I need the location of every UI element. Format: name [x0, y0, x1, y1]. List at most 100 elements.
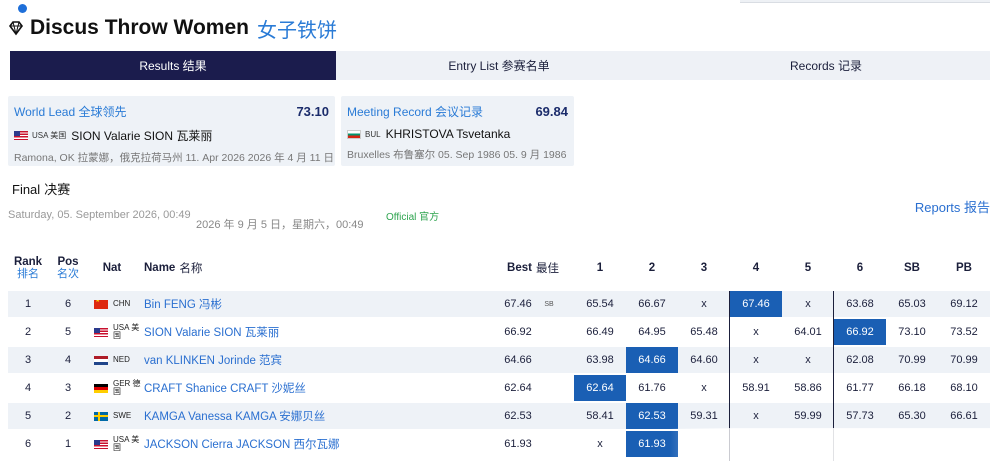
- table-row[interactable]: 1 6 CHN Bin FENG 冯彬 67.46 SB 65.54 66.67 x 67.46 x…: [8, 291, 990, 317]
- status-dot: [18, 4, 27, 13]
- swe-flag-icon: [94, 411, 108, 421]
- cell-a4: 67.46: [730, 291, 782, 317]
- cell-a2: 62.53: [626, 403, 678, 429]
- col-pos-label: Pos: [57, 256, 79, 268]
- sb-tag: SB: [544, 300, 554, 308]
- sb-tag: [540, 319, 558, 345]
- cell-a5: 59.99: [794, 410, 822, 422]
- col-name-label-cn: 名称: [179, 263, 203, 275]
- ned-flag-icon: [94, 355, 108, 365]
- sb-tag: [540, 431, 558, 457]
- athlete-name-link[interactable]: KAMGA Vanessa KAMGA 安娜贝丝: [144, 403, 474, 429]
- athlete-name-link[interactable]: SION Valarie SION 瓦莱丽: [144, 319, 474, 345]
- nat-cell: USA 美国: [94, 431, 144, 457]
- table-row[interactable]: 5 2 SWE KAMGA Vanessa KAMGA 安娜贝丝 62.53 58.41 6…: [8, 403, 990, 429]
- cell-pb: 69.12: [950, 298, 978, 310]
- cell-a3: 64.60: [690, 354, 718, 366]
- nat-code: USA 美国: [113, 435, 140, 452]
- col-attempt-6[interactable]: 6: [834, 250, 886, 286]
- table-row[interactable]: 3 4 NED van KLINKEN Jorinde 范宾 64.66 63.98 64.…: [8, 347, 990, 373]
- cell-a3: x: [701, 298, 707, 310]
- col-attempt-1[interactable]: 1: [574, 250, 626, 286]
- col-pb[interactable]: PB: [938, 250, 990, 286]
- cell-a1: 58.41: [586, 410, 614, 422]
- world-lead-value: 73.10: [296, 104, 329, 119]
- top-scrollbar[interactable]: [740, 0, 990, 3]
- cell-rank: 5: [24, 410, 32, 422]
- nat-cell: SWE: [94, 403, 144, 429]
- table-row[interactable]: 4 3 GER 德国 CRAFT Shanice CRAFT 沙妮丝 62.64 62.6…: [8, 375, 990, 401]
- cell-sb: 66.18: [898, 382, 926, 394]
- col-attempt-5[interactable]: 5: [782, 250, 834, 286]
- col-name-label: Name: [144, 262, 176, 274]
- cell-pb: 66.61: [950, 410, 978, 422]
- tab-results[interactable]: Results 结果: [10, 51, 336, 80]
- col-sb[interactable]: SB: [886, 250, 938, 286]
- cell-a6: 66.92: [834, 319, 886, 345]
- cell-a5: 64.01: [794, 326, 822, 338]
- athlete-name-link[interactable]: CRAFT Shanice CRAFT 沙妮丝: [144, 375, 474, 401]
- date-cn: 2026 年 9 月 5 日，星期六，00:49: [196, 219, 364, 231]
- meeting-record-athlete: KHRISTOVA Tsvetanka: [385, 127, 511, 141]
- nat-code: GER 德国: [113, 379, 141, 396]
- usa-flag-icon: [14, 131, 28, 140]
- nat-code: USA 美国: [113, 323, 140, 340]
- cell-sb: 65.03: [898, 298, 926, 310]
- col-best-label-cn: 最佳: [535, 263, 559, 275]
- cell-sb: 70.99: [898, 354, 926, 366]
- cell-a5: x: [805, 354, 811, 366]
- world-lead-place: Ramona, OK 拉蒙娜，俄克拉荷马州 11. Apr 2026 2026 …: [14, 152, 334, 164]
- cell-a5: x: [805, 298, 811, 310]
- cell-a1: 62.64: [574, 375, 626, 401]
- cell-a4: x: [753, 354, 759, 366]
- event-title: Discus Throw Women: [30, 16, 249, 39]
- athlete-name-link[interactable]: Bin FENG 冯彬: [144, 291, 474, 317]
- tab-entry-list[interactable]: Entry List 参赛名单: [336, 51, 662, 80]
- usa-flag-icon: [94, 327, 108, 337]
- meeting-record-value: 69.84: [535, 104, 568, 119]
- scroll-fade: [670, 428, 1000, 467]
- round-label-cn: 决赛: [44, 182, 71, 197]
- cell-rank: 1: [24, 298, 32, 310]
- cell-a2: 61.76: [638, 382, 666, 394]
- cell-a1: 65.54: [586, 298, 614, 310]
- athlete-name-link[interactable]: JACKSON Cierra JACKSON 西尔瓦娜: [144, 431, 474, 457]
- col-name[interactable]: Name 名称: [144, 250, 344, 286]
- col-attempt-4[interactable]: 4: [730, 250, 782, 286]
- cell-sb: 65.30: [898, 410, 926, 422]
- col-nat[interactable]: Nat: [94, 250, 130, 286]
- meeting-record-label: Meeting Record 会议记录: [347, 105, 484, 119]
- cell-pos: 1: [64, 438, 72, 450]
- meeting-record-nat: BUL: [365, 129, 381, 139]
- world-lead-athlete: SION Valarie SION 瓦莱丽: [71, 129, 213, 143]
- athlete-name-link[interactable]: van KLINKEN Jorinde 范宾: [144, 347, 474, 373]
- cell-a2: 66.67: [638, 298, 666, 310]
- col-attempt-2[interactable]: 2: [626, 250, 678, 286]
- cell-rank: 3: [24, 354, 32, 366]
- col-pos-label-cn: 名次: [57, 268, 79, 280]
- nat-cell: CHN: [94, 291, 144, 317]
- col-rank-label-cn: 排名: [17, 268, 39, 280]
- col-best[interactable]: Best 最佳: [498, 250, 568, 286]
- cell-pb: 70.99: [950, 354, 978, 366]
- cell-best: 61.93: [504, 438, 532, 450]
- cell-rank: 2: [24, 326, 32, 338]
- cell-best: 62.53: [504, 410, 532, 422]
- cell-a3: x: [701, 382, 707, 394]
- nat-code: CHN: [113, 299, 131, 308]
- col-rank[interactable]: Rank 排名: [8, 250, 48, 286]
- col-pos[interactable]: Pos 名次: [52, 250, 84, 286]
- status-badge: Official 官方: [386, 212, 440, 223]
- col-attempt-3[interactable]: 3: [678, 250, 730, 286]
- cell-a3: 59.31: [690, 410, 718, 422]
- table-row[interactable]: 2 5 USA 美国 SION Valarie SION 瓦莱丽 66.92 66.49 6…: [8, 319, 990, 345]
- col-best-label: Best: [507, 262, 532, 274]
- cell-pos: 4: [64, 354, 72, 366]
- cell-a2: 64.95: [638, 326, 666, 338]
- ger-flag-icon: [94, 383, 108, 393]
- reports-link[interactable]: Reports 报告: [915, 197, 990, 216]
- tab-records[interactable]: Records 记录: [662, 51, 990, 80]
- round-title: Final 决赛: [8, 179, 70, 198]
- nat-cell: GER 德国: [94, 375, 144, 401]
- meeting-record-place: Bruxelles 布鲁塞尔 05. Sep 1986 05. 9 月 1986: [347, 149, 567, 161]
